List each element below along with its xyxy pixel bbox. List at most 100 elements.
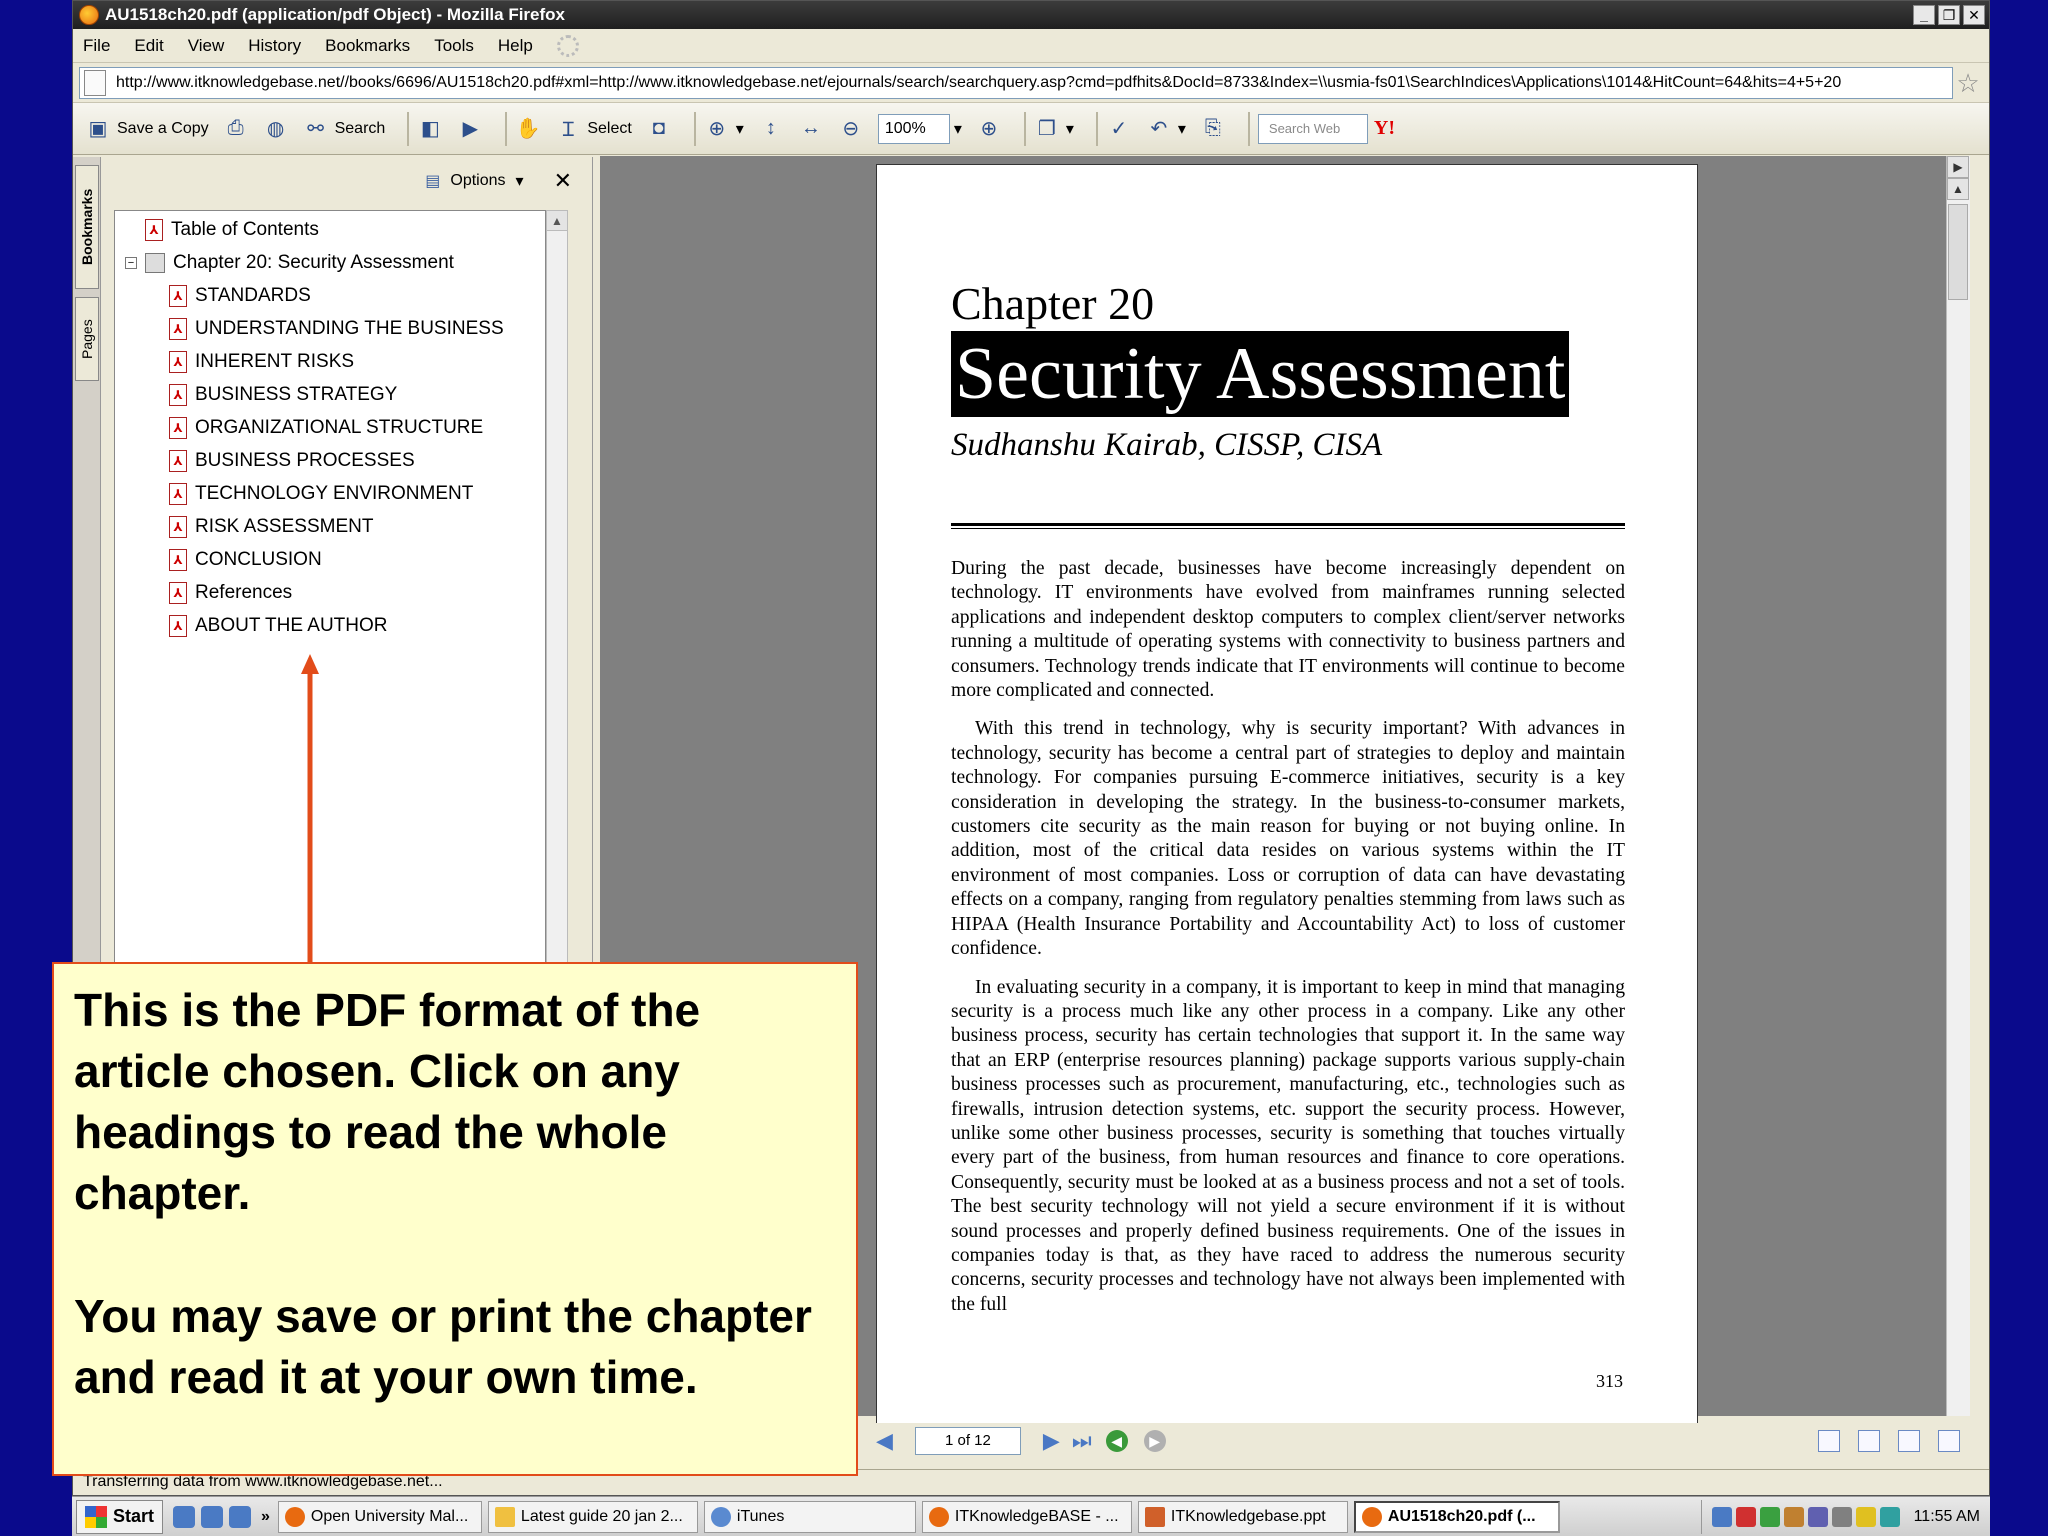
close-button[interactable]: ✕ [1963,5,1985,25]
bookmark-chapter[interactable]: − Chapter 20: Security Assessment [125,250,454,276]
next-page-button[interactable]: ▶ [457,116,483,142]
tray-icon[interactable] [1879,1506,1900,1527]
single-page-view-icon[interactable] [1818,1430,1840,1452]
save-copy-button[interactable]: ▣ Save a Copy [85,116,209,142]
page-layout-button[interactable]: ❐ ▾ [1034,116,1074,142]
task-open-university[interactable]: Open University Mal... [277,1500,482,1533]
bookmark-item[interactable]: ⅄ BUSINESS PROCESSES [169,448,415,474]
bookmark-item[interactable]: ⅄ References [169,580,292,606]
scroll-right-icon[interactable]: ▶ [1947,156,1969,178]
go-forward-icon[interactable]: ▶ [1143,1430,1166,1452]
options-button[interactable]: Options [450,172,505,190]
paragraph: In evaluating security in a company, it … [951,976,1625,1315]
continuous-view-icon[interactable] [1858,1430,1880,1452]
search-web-input[interactable]: Search Web [1257,113,1368,144]
task-powerpoint[interactable]: ITKnowledgebase.ppt [1137,1500,1348,1533]
task-itunes[interactable]: iTunes [703,1500,916,1533]
fit-width-button[interactable]: ↔ [798,116,824,142]
tray-icon[interactable] [1759,1506,1780,1527]
scroll-up-icon[interactable]: ▲ [547,211,567,231]
bookmark-item[interactable]: ⅄ UNDERSTANDING THE BUSINESS [169,316,504,342]
hand-tool-button[interactable]: ✋ [515,116,541,142]
zoom-in-button[interactable]: ⊕ [976,116,1002,142]
tab-bookmarks[interactable]: Bookmarks [75,165,99,289]
close-panel-button[interactable]: ✕ [554,168,572,194]
next-page-icon[interactable]: ▶ [1043,1428,1060,1454]
snapshot-button[interactable]: ◘ [646,116,672,142]
email-button[interactable]: ◍ [263,116,289,142]
tray-icon[interactable] [1711,1506,1732,1527]
menu-bookmarks[interactable]: Bookmarks [325,36,410,56]
tray-icon[interactable] [1831,1506,1852,1527]
pdf-bookmark-icon: ⅄ [169,285,187,307]
bookmark-star-icon[interactable]: ☆ [1953,68,1983,98]
task-label: Open University Mal... [310,1507,469,1525]
bookmark-item[interactable]: ⅄ RISK ASSESSMENT [169,514,373,540]
spellcheck-button[interactable]: ✓ [1106,116,1132,142]
previous-page-icon[interactable]: ◀ [876,1428,893,1454]
zoom-out-button[interactable]: ⊖ [838,116,864,142]
menu-edit[interactable]: Edit [134,36,163,56]
yahoo-icon[interactable]: Y! [1374,117,1395,140]
scroll-thumb[interactable] [1948,204,1968,300]
pdf-bookmark-icon: ⅄ [169,549,187,571]
fit-page-button[interactable]: ↕ [758,116,784,142]
menu-view[interactable]: View [188,36,225,56]
window-controls: _ ❐ ✕ [1913,5,1985,25]
ie-icon[interactable] [173,1505,196,1528]
zoom-level-input[interactable]: 100% [877,113,950,144]
page-number-input[interactable]: 1 of 12 [914,1427,1021,1455]
quick-launch-icon[interactable] [201,1505,224,1528]
chevron-more-icon[interactable]: » [261,1508,270,1526]
task-latest-guide[interactable]: Latest guide 20 jan 2... [487,1500,698,1533]
last-page-icon[interactable]: ⏭ [1072,1428,1092,1454]
bookmark-item[interactable]: ⅄ ABOUT THE AUTHOR [169,613,388,639]
rotate-button[interactable]: ↶ ▾ [1146,116,1185,142]
bookmark-toc[interactable]: ⅄ Table of Contents [145,217,319,243]
pdf-bookmark-icon: ⅄ [169,582,187,604]
select-label: Select [587,119,632,137]
tray-icon[interactable] [1735,1506,1756,1527]
tray-icon[interactable] [1807,1506,1828,1527]
previous-page-button[interactable]: ◧ [417,116,443,142]
minimize-button[interactable]: _ [1913,5,1935,25]
bookmark-item[interactable]: ⅄ INHERENT RISKS [169,349,354,375]
task-pdf-active[interactable]: AU1518ch20.pdf (... [1353,1500,1560,1533]
task-itknowledgebase[interactable]: ITKnowledgeBASE - ... [921,1500,1132,1533]
menu-help[interactable]: Help [498,36,533,56]
facing-view-icon[interactable] [1898,1430,1920,1452]
bookmark-item[interactable]: ⅄ TECHNOLOGY ENVIRONMENT [169,481,473,507]
bookmark-item[interactable]: ⅄ BUSINESS STRATEGY [169,382,397,408]
select-tool-button[interactable]: Ɪ Select [555,116,632,142]
start-button[interactable]: Start [76,1499,164,1534]
copy-button[interactable]: ⎘ [1200,116,1226,142]
restore-button[interactable]: ❐ [1938,5,1960,25]
calendar-icon[interactable] [229,1505,252,1528]
zoom-out-icon: ⊖ [842,118,860,140]
search-button[interactable]: ⚯ Search [303,116,385,142]
bookmark-item[interactable]: ⅄ CONCLUSION [169,547,322,573]
zoom-dropdown[interactable]: ▾ [954,119,962,139]
toolbar-separator [407,111,410,146]
go-back-icon[interactable]: ◀ [1105,1430,1128,1452]
continuous-facing-view-icon[interactable] [1938,1430,1960,1452]
page-layout-icon: ❐ [1037,118,1056,140]
menu-history[interactable]: History [248,36,301,56]
tray-icon[interactable] [1783,1506,1804,1527]
page-icon [84,69,106,96]
itunes-icon [710,1506,731,1527]
zoom-tool-button[interactable]: ⊕ ▾ [704,116,743,142]
document-scrollbar[interactable]: ▶ ▲ [1946,156,1970,1416]
chevron-down-icon: ▾ [515,173,524,190]
bookmark-item[interactable]: ⅄ ORGANIZATIONAL STRUCTURE [169,415,483,441]
menu-tools[interactable]: Tools [434,36,474,56]
bookmark-item[interactable]: ⅄ STANDARDS [169,283,311,309]
menu-file[interactable]: File [83,36,110,56]
tray-icon[interactable] [1855,1506,1876,1527]
scroll-up-icon[interactable]: ▲ [1947,178,1969,200]
printer-icon: ⎙ [227,117,244,139]
tab-pages[interactable]: Pages [75,297,99,381]
print-button[interactable]: ⎙ [223,116,249,142]
collapse-toggle-icon[interactable]: − [125,257,137,269]
url-input[interactable]: http://www.itknowledgebase.net//books/66… [79,66,1953,99]
